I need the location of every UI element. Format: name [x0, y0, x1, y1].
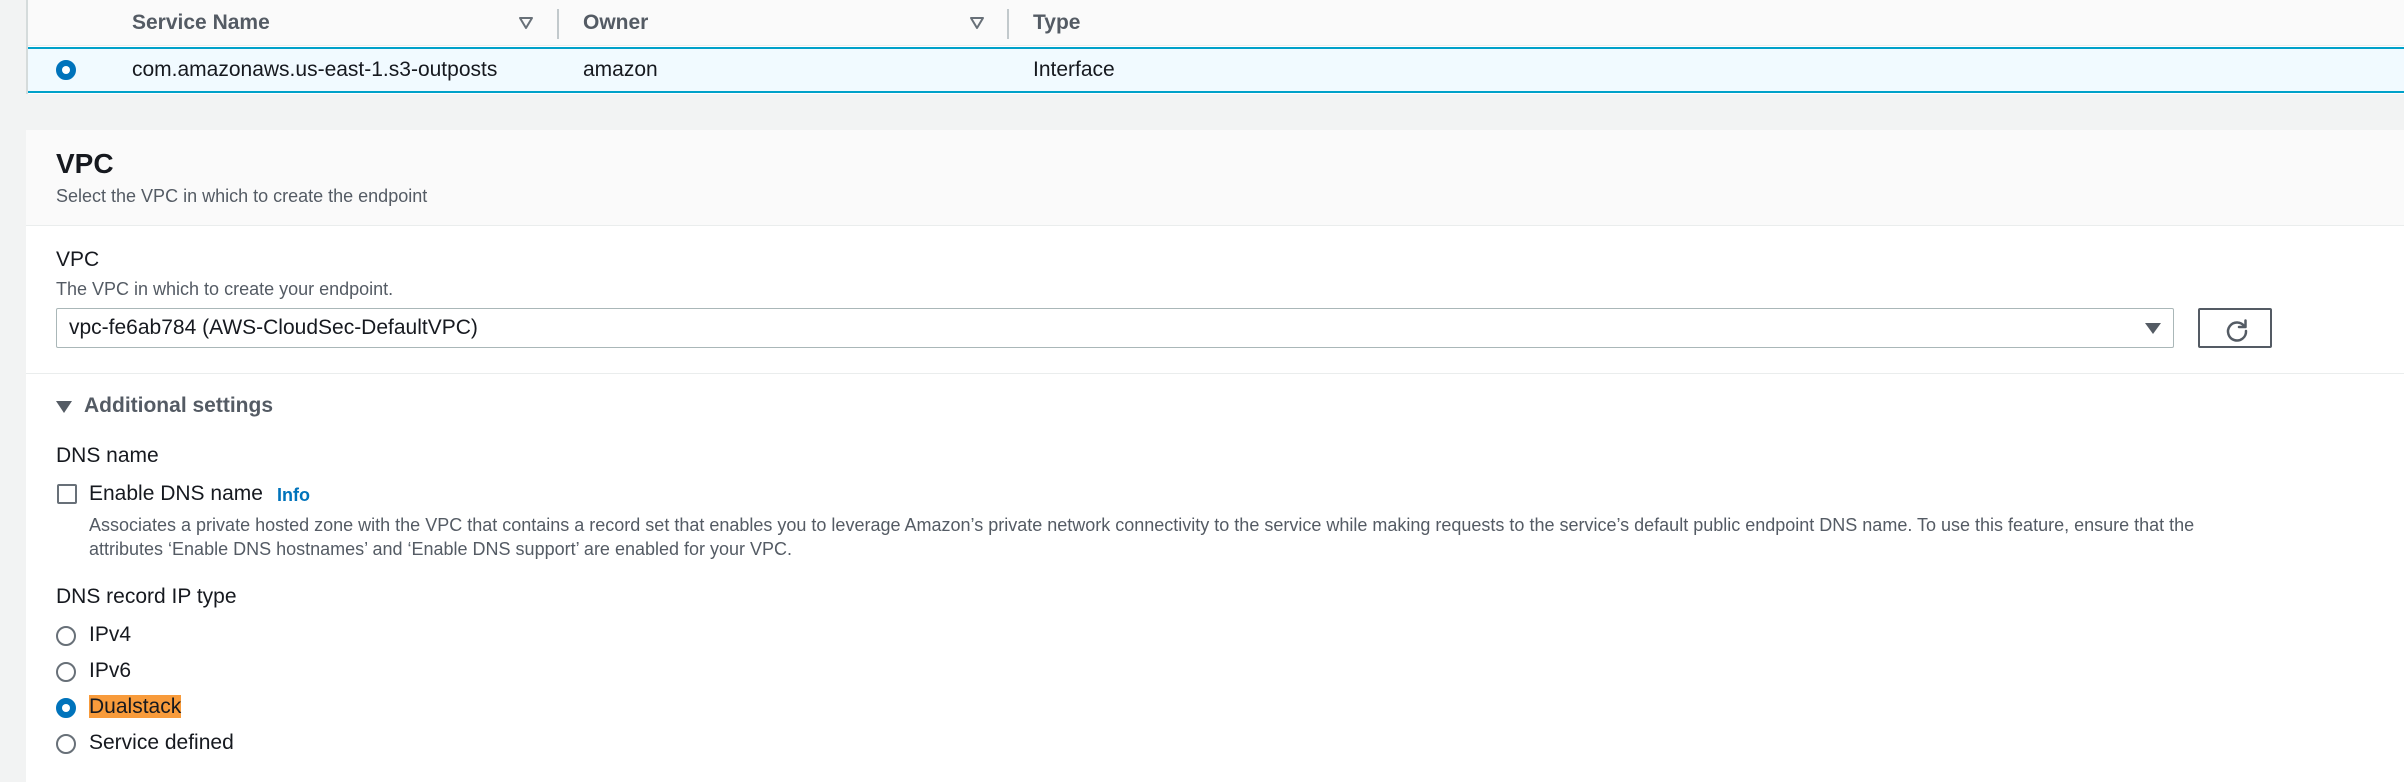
- vpc-section-title: VPC: [56, 148, 114, 179]
- ipv4-radio[interactable]: [56, 626, 76, 646]
- column-divider[interactable]: [1007, 9, 1009, 39]
- enable-dns-name-label[interactable]: Enable DNS name: [89, 482, 263, 506]
- table-row[interactable]: com.amazonaws.us-east-1.s3-outposts amaz…: [28, 47, 2404, 93]
- dns-name-description: Associates a private hosted zone with th…: [89, 515, 2195, 559]
- service-defined-label[interactable]: Service defined: [89, 731, 234, 755]
- vpc-field-description: The VPC in which to create your endpoint…: [56, 279, 394, 299]
- refresh-button[interactable]: [2198, 308, 2272, 348]
- vpc-field-label: VPC: [56, 248, 100, 271]
- caret-down-icon: [2145, 323, 2161, 334]
- sort-icon[interactable]: [969, 15, 985, 31]
- dualstack-label[interactable]: Dualstack: [89, 695, 182, 719]
- column-divider[interactable]: [557, 9, 559, 39]
- vpc-section-description: Select the VPC in which to create the en…: [56, 186, 428, 206]
- dns-record-ip-type-label: DNS record IP type: [56, 585, 237, 608]
- caret-down-icon: [56, 401, 72, 413]
- info-link[interactable]: Info: [277, 485, 310, 506]
- enable-dns-name-checkbox[interactable]: [57, 484, 77, 504]
- column-header-type[interactable]: Type: [1033, 0, 1080, 46]
- vpc-select[interactable]: vpc-fe6ab784 (AWS-CloudSec-DefaultVPC): [56, 308, 2174, 348]
- service-defined-radio[interactable]: [56, 734, 76, 754]
- refresh-icon: [2226, 319, 2248, 342]
- dns-name-label: DNS name: [56, 444, 159, 467]
- service-name-cell: com.amazonaws.us-east-1.s3-outposts: [132, 58, 498, 81]
- additional-settings-label: Additional settings: [84, 394, 273, 417]
- table-header: Service Name Owner Type: [28, 0, 2404, 46]
- owner-cell: amazon: [583, 58, 658, 81]
- service-table: Service Name Owner Type com.amazonaws.us…: [26, 0, 2404, 94]
- column-header-owner[interactable]: Owner: [583, 0, 648, 46]
- column-header-service-name[interactable]: Service Name: [132, 0, 270, 46]
- sort-icon[interactable]: [518, 15, 534, 31]
- ipv6-label[interactable]: IPv6: [89, 659, 131, 683]
- vpc-select-value: vpc-fe6ab784 (AWS-CloudSec-DefaultVPC): [69, 316, 478, 339]
- row-select-radio[interactable]: [56, 60, 76, 80]
- ipv4-label[interactable]: IPv4: [89, 623, 131, 647]
- section-divider: [26, 373, 2404, 374]
- type-cell: Interface: [1033, 58, 1115, 81]
- vpc-panel: VPC Select the VPC in which to create th…: [26, 130, 2404, 782]
- search-highlight: Dualstack: [89, 695, 182, 718]
- vpc-panel-header: VPC Select the VPC in which to create th…: [26, 130, 2404, 226]
- dualstack-radio[interactable]: [56, 698, 76, 718]
- ipv6-radio[interactable]: [56, 662, 76, 682]
